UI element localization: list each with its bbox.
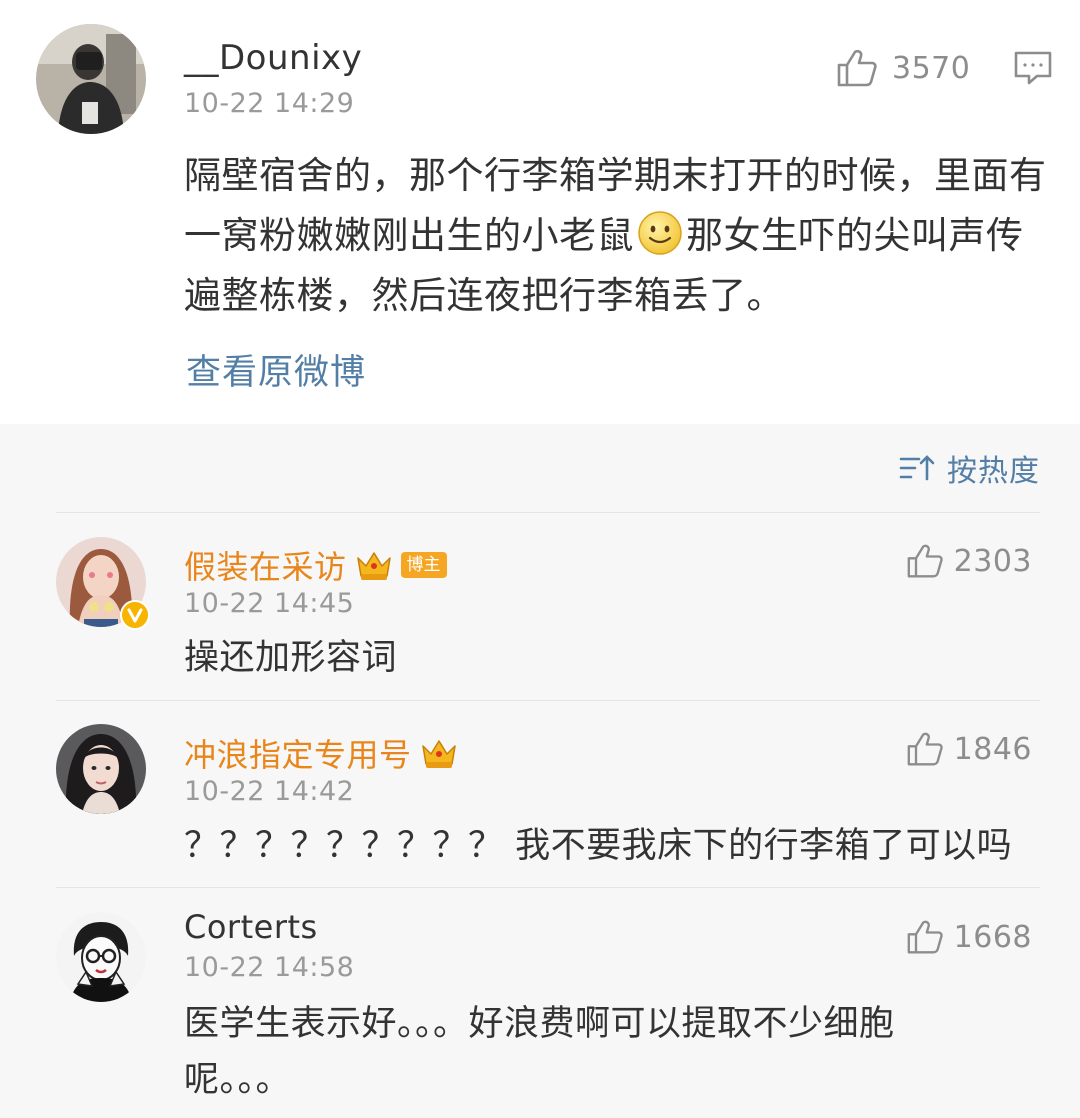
post-username[interactable]: __Dounixy	[184, 38, 362, 78]
post-text: 隔壁宿舍的，那个行李箱学期末打开的时候，里面有一窝粉嫩嫩刚出生的小老鼠 那女生吓的…	[184, 146, 1056, 326]
blogger-badge: 博主	[400, 552, 447, 578]
comment-timestamp: 10-22 14:45	[184, 588, 355, 619]
comment-like-button[interactable]: 1846	[906, 729, 1032, 769]
thumbs-up-icon	[907, 920, 943, 954]
comment-username-text: Corterts	[184, 908, 318, 946]
comment-like-count: 1846	[953, 731, 1032, 767]
verified-v-icon	[120, 600, 150, 630]
crown-icon	[356, 552, 391, 580]
post-like-count: 3570	[892, 50, 971, 86]
divider	[56, 887, 1040, 888]
comment-username-text: 冲浪指定专用号	[184, 736, 412, 774]
post-like-button[interactable]: 3570	[836, 46, 970, 90]
thumbs-up-icon	[907, 544, 943, 578]
comment-timestamp: 10-22 14:42	[184, 776, 355, 807]
comment-username[interactable]: 假装在采访 博主	[184, 542, 447, 588]
comment-avatar[interactable]	[56, 724, 146, 814]
crown-icon	[421, 740, 456, 768]
comment-like-count: 2303	[953, 543, 1032, 579]
smile-emoji-icon	[637, 210, 683, 256]
comment-text: 操还加形容词	[184, 638, 398, 678]
thumbs-up-icon	[837, 49, 877, 87]
comment-username[interactable]: Corterts	[184, 908, 318, 946]
view-original-link[interactable]: 查看原微博	[186, 344, 366, 395]
comment-username-text: 假装在采访	[184, 548, 347, 586]
main-post: __Dounixy 10-22 14:29 3570 隔壁宿舍的，那个行李箱学期…	[0, 0, 1080, 424]
thumbs-up-icon	[907, 732, 943, 766]
sort-toggle[interactable]: 按热度	[899, 448, 1040, 489]
comment-bubble-icon[interactable]	[1013, 48, 1053, 88]
comment-like-button[interactable]: 1668	[906, 917, 1032, 957]
comment-username[interactable]: 冲浪指定专用号	[184, 730, 458, 776]
comment-like-button[interactable]: 2303	[906, 541, 1032, 581]
comment-avatar[interactable]	[56, 912, 146, 1002]
comment-like-count: 1668	[953, 919, 1032, 955]
post-avatar[interactable]	[36, 24, 146, 134]
comment-text: 医学生表示好。。。好浪费啊可以提取不少细胞呢。。。	[184, 1004, 895, 1100]
comment-timestamp: 10-22 14:58	[184, 952, 355, 983]
sort-label: 按热度	[947, 454, 1040, 489]
divider	[56, 700, 1040, 701]
comment-text: ？？？？？？？？？ 我不要我床下的行李箱了可以吗	[184, 826, 1013, 866]
post-timestamp: 10-22 14:29	[184, 88, 355, 119]
sort-icon	[899, 455, 935, 481]
divider	[56, 512, 1040, 513]
